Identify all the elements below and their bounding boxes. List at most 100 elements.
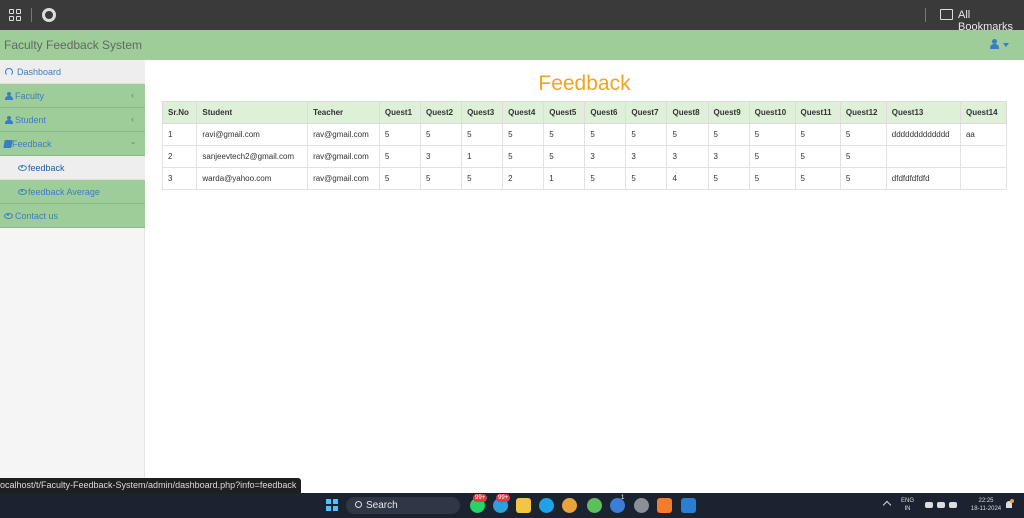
table-cell: 5: [502, 123, 545, 146]
table-row: 1 ravi@gmail.com rav@gmail.com 5 5 5 5 5…: [161, 123, 1008, 146]
table-cell: 5: [794, 145, 841, 168]
status-url: ocalhost/t/Faculty-Feedback-System/admin…: [0, 478, 302, 493]
table-cell: 5: [839, 167, 887, 190]
user-menu-button[interactable]: [990, 38, 1010, 52]
column-header: Quest13: [885, 101, 961, 124]
clock-date: 18-11-2024: [970, 506, 1002, 512]
column-header: Quest1: [378, 101, 422, 124]
chrome-profile-icon[interactable]: [587, 498, 602, 513]
sidebar-item-student[interactable]: Student ‹: [0, 108, 145, 132]
taskbar-clock[interactable]: 22:25 18-11-2024: [968, 497, 1004, 513]
sidebar: Dashboard Faculty ‹ Student ‹ Feedback ‹…: [0, 60, 145, 478]
xampp-icon[interactable]: [657, 498, 672, 513]
taskbar-search-label: Search: [366, 500, 398, 511]
feedback-table: Sr.No Student Teacher Quest1 Quest2 Ques…: [161, 101, 1008, 190]
notification-badge: 99+: [473, 494, 488, 502]
table-cell: 5: [584, 123, 627, 146]
sidebar-subitem-feedback-average[interactable]: feedback Average: [0, 180, 145, 204]
column-header: Quest10: [748, 101, 796, 124]
battery-icon[interactable]: [949, 502, 957, 508]
sidebar-item-feedback[interactable]: Feedback ‹: [0, 132, 145, 156]
table-cell: 5: [543, 145, 586, 168]
folder-icon[interactable]: [940, 9, 953, 20]
sidebar-item-label: Contact us: [15, 211, 59, 221]
user-icon: [5, 116, 13, 124]
sidebar-item-label: feedback Average: [28, 187, 100, 197]
page-title: Feedback: [538, 72, 631, 95]
table-cell: 5: [794, 167, 841, 190]
vscode-icon[interactable]: [681, 498, 696, 513]
search-icon: [355, 501, 362, 508]
sidebar-item-contact-us[interactable]: Contact us: [0, 204, 145, 228]
table-cell: dfdfdfdfdfd: [885, 167, 961, 190]
table-cell: [959, 167, 1008, 190]
windows-start-icon[interactable]: [326, 499, 338, 511]
settings-gear-icon[interactable]: [634, 498, 649, 513]
table-cell: 1: [161, 123, 198, 146]
table-cell: warda@yahoo.com: [196, 167, 309, 190]
table-cell: 5: [666, 123, 709, 146]
bookmarks-separator: [925, 8, 926, 22]
user-icon: [990, 39, 999, 49]
notification-badge: 99+: [496, 494, 511, 502]
table-cell: 5: [794, 123, 841, 146]
sidebar-item-label: Student: [15, 115, 47, 125]
column-header: Quest9: [707, 101, 750, 124]
dashboard-icon: [5, 68, 13, 76]
chrome-icon[interactable]: [562, 498, 577, 513]
sidebar-item-label: Dashboard: [17, 67, 62, 77]
sidebar-item-faculty[interactable]: Faculty ‹: [0, 84, 145, 108]
taskbar-search-button[interactable]: Search: [346, 497, 460, 514]
clock-time: 22:25: [978, 498, 994, 504]
apps-grid-icon[interactable]: [9, 9, 21, 21]
table-cell: 5: [748, 145, 796, 168]
app-title[interactable]: Faculty Feedback System: [4, 38, 142, 52]
file-explorer-icon[interactable]: [516, 498, 531, 513]
table-cell: ravi@gmail.com: [196, 123, 309, 146]
taskbar: Search 99+ 99+ 1 ENG IN 22:25 18-11-2024: [0, 493, 1024, 518]
table-cell: 4: [666, 167, 709, 190]
table-cell: 5: [839, 123, 887, 146]
table-cell: 5: [378, 167, 422, 190]
edge-browser-icon[interactable]: [539, 498, 554, 513]
table-cell: 3: [707, 145, 750, 168]
column-header: Quest5: [543, 101, 586, 124]
table-cell: [959, 145, 1008, 168]
table-cell: rav@gmail.com: [307, 145, 380, 168]
table-header-row: Sr.No Student Teacher Quest1 Quest2 Ques…: [161, 101, 1008, 124]
sidebar-item-dashboard[interactable]: Dashboard: [0, 60, 145, 84]
wifi-icon[interactable]: [925, 502, 933, 508]
column-header: Quest14: [959, 101, 1008, 124]
table-cell: 3: [419, 145, 463, 168]
tray-chevron-up-icon[interactable]: [882, 500, 892, 510]
volume-icon[interactable]: [937, 502, 945, 508]
table-cell: [885, 145, 961, 168]
table-cell: 5: [748, 123, 796, 146]
language-indicator[interactable]: ENG IN: [901, 497, 914, 513]
column-header: Quest11: [794, 101, 841, 124]
column-header: Sr.No: [161, 101, 198, 124]
table-cell: 3: [625, 145, 668, 168]
chevron-left-icon: ‹: [131, 114, 134, 124]
table-cell: 5: [543, 123, 586, 146]
bookmarks-bar: All Bookmarks: [0, 0, 1024, 33]
globe-icon[interactable]: [42, 8, 56, 22]
sidebar-subitem-feedback[interactable]: feedback: [0, 156, 145, 180]
table-cell: aa: [959, 123, 1008, 146]
column-header: Quest4: [502, 101, 545, 124]
app-header: Faculty Feedback System: [0, 30, 1024, 60]
chevron-down-icon: ‹: [127, 141, 138, 145]
column-header: Quest3: [461, 101, 504, 124]
table-cell: 3: [161, 167, 198, 190]
notification-bell-icon[interactable]: [1006, 499, 1014, 508]
caret-down-icon: [1003, 43, 1009, 47]
sidebar-item-label: feedback: [28, 163, 65, 173]
table-cell: 3: [666, 145, 709, 168]
eye-icon: [18, 189, 27, 195]
table-cell: 5: [419, 123, 463, 146]
table-cell: 5: [625, 123, 668, 146]
table-cell: 5: [707, 123, 750, 146]
table-row: 2 sanjeevtech2@gmail.com rav@gmail.com 5…: [161, 145, 1008, 168]
table-cell: 1: [543, 167, 586, 190]
table-cell: 5: [419, 167, 463, 190]
